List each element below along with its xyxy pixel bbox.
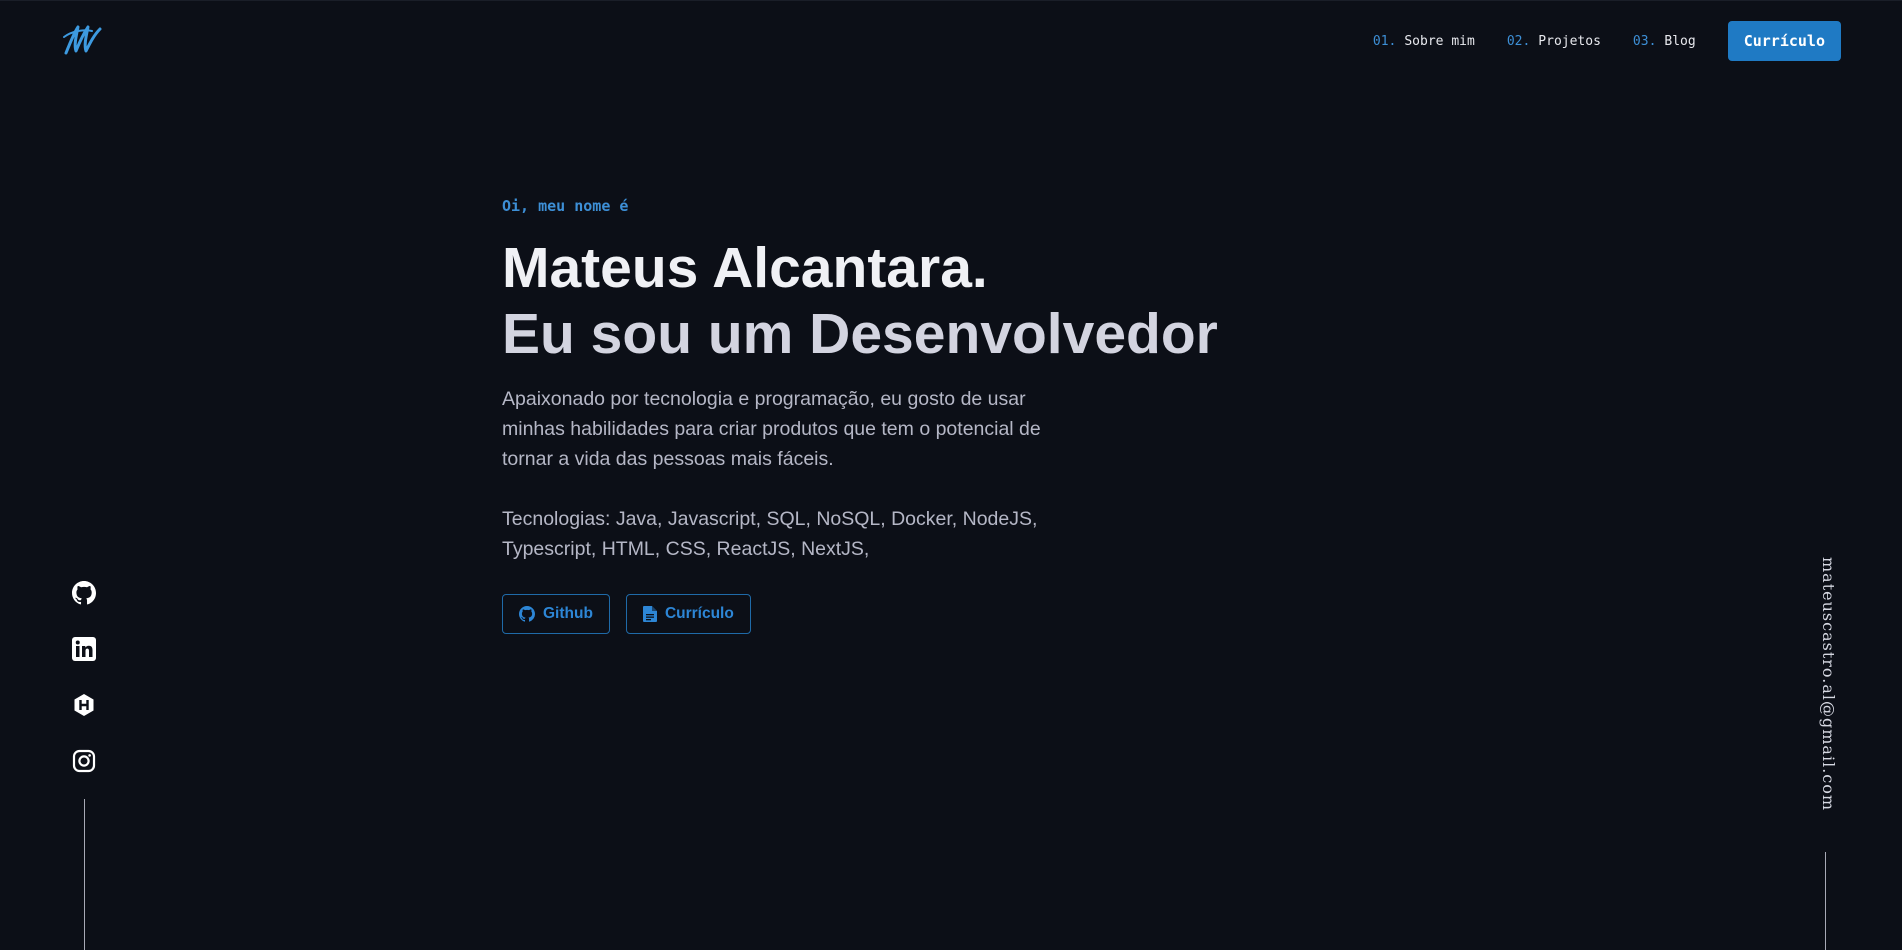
nav-label: Projetos: [1538, 33, 1601, 49]
nav-item-blog[interactable]: 03. Blog: [1633, 34, 1696, 49]
social-links: [72, 581, 96, 805]
resume-button[interactable]: Currículo: [625, 594, 751, 634]
linkedin-icon[interactable]: [72, 637, 96, 661]
github-button[interactable]: Github: [502, 594, 610, 634]
hero-actions: Github Currículo: [502, 594, 1262, 634]
hero-role: Eu sou um Desenvolvedor: [502, 302, 1218, 366]
resume-nav-button[interactable]: Currículo: [1727, 21, 1841, 61]
nav-label: Blog: [1664, 33, 1696, 49]
nav-number: 01.: [1372, 33, 1397, 49]
right-rail-line: [1825, 852, 1826, 950]
instagram-icon[interactable]: [72, 749, 96, 773]
nav-item-projetos[interactable]: 02. Projetos: [1507, 34, 1601, 49]
nav-number: 03.: [1632, 33, 1657, 49]
nav-number: 02.: [1506, 33, 1531, 49]
document-icon: [642, 606, 657, 622]
resume-button-label: Currículo: [664, 605, 734, 622]
hero-description: Apaixonado por tecnologia e programação,…: [502, 388, 1041, 470]
hero-section: Oi, meu nome é Mateus Alcantara. Eu sou …: [502, 197, 1262, 634]
nav-item-sobre-mim[interactable]: 01. Sobre mim: [1373, 34, 1475, 49]
github-icon[interactable]: [72, 581, 96, 605]
page: 01. Sobre mim 02. Projetos 03. Blog Curr…: [0, 0, 1902, 950]
email-link[interactable]: mateuscastro.al@gmail.com: [1814, 557, 1838, 837]
nav-label: Sobre mim: [1404, 33, 1475, 49]
main-nav: 01. Sobre mim 02. Projetos 03. Blog Curr…: [1373, 21, 1841, 61]
technologies-text: Tecnologias: Java, Javascript, SQL, NoSQ…: [502, 508, 1038, 560]
left-rail-line: [84, 799, 85, 950]
signature-m-logo-icon[interactable]: [62, 23, 106, 57]
github-button-label: Github: [543, 605, 593, 622]
greeting-text: Oi, meu nome é: [502, 197, 629, 215]
hero-name: Mateus Alcantara.: [502, 236, 988, 300]
github-icon: [519, 606, 535, 622]
hackerrank-icon[interactable]: [72, 693, 96, 717]
